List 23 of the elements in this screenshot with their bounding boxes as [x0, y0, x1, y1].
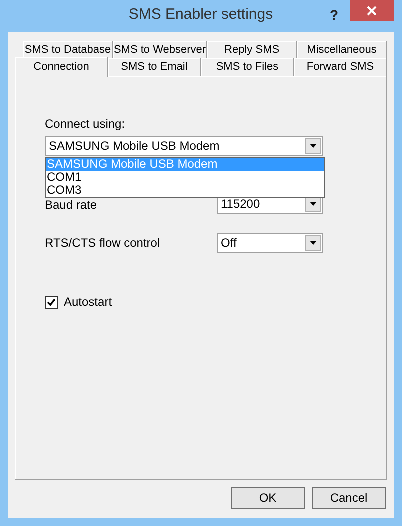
close-icon — [367, 6, 377, 16]
tab[interactable]: Forward SMS — [294, 58, 387, 76]
tab[interactable]: SMS to Webserver — [112, 41, 208, 58]
tab[interactable]: Miscellaneous — [297, 41, 388, 58]
field-label: Connect using: — [45, 117, 126, 131]
flow-control-dropdown[interactable]: Off — [217, 233, 323, 253]
checkbox-label: Autostart — [64, 294, 112, 311]
tab[interactable]: Connection — [15, 57, 108, 77]
window-title: SMS Enabler settings — [128, 4, 274, 25]
field-label: RTS/CTS flow control — [45, 235, 160, 252]
dialog-button[interactable]: OK — [231, 487, 305, 509]
tab[interactable]: SMS to Files — [201, 58, 294, 76]
tab[interactable]: Reply SMS — [207, 41, 298, 58]
tab[interactable]: SMS to Database — [23, 41, 113, 58]
dialog-button[interactable]: Cancel — [312, 487, 386, 509]
field-label: Baud rate — [45, 197, 98, 214]
dropdown-option[interactable]: COM1 — [46, 171, 324, 184]
help-button[interactable]: ? — [330, 5, 339, 26]
tab[interactable]: SMS to Email — [108, 58, 201, 76]
close-button[interactable] — [350, 0, 394, 21]
connect-dropdown[interactable]: SAMSUNG Mobile USB Modem — [45, 136, 323, 156]
checkbox[interactable] — [45, 296, 58, 308]
dropdown-option[interactable]: COM3 — [46, 184, 324, 197]
